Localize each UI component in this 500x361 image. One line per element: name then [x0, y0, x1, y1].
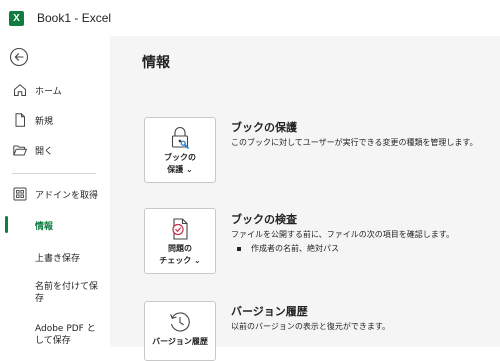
- sidebar-item-label: 情報: [35, 222, 54, 232]
- sidebar-item-label: 新規: [35, 116, 54, 127]
- sidebar-item-label: 上書き保存: [35, 254, 81, 264]
- button-line-1: 問題の: [168, 244, 192, 253]
- section-bullet: 作成者の名前、絶対パス: [237, 243, 339, 254]
- bullet-text: 作成者の名前、絶対パス: [251, 244, 339, 253]
- home-icon: [14, 84, 26, 96]
- info-pane: 情報 ブックの 保護 ⌄ ブックの保護 このブックに対してユーザーが実行できる変…: [110, 36, 500, 361]
- section-title: ブックの検査: [231, 213, 297, 226]
- folder-open-icon: [13, 145, 27, 156]
- section-title: バージョン履歴: [231, 305, 308, 318]
- button-line-1: バージョン履歴: [152, 337, 208, 346]
- excel-logo-icon: X: [9, 11, 24, 26]
- sidebar-item-get-add-ins[interactable]: アドインを取得: [0, 186, 110, 202]
- bullet-marker: [237, 246, 241, 251]
- section-title: ブックの保護: [231, 121, 297, 134]
- backstage-sidebar: ホーム 新規 開く アドインを取得 情報 上書き保存 名前を付けて保存 Adob…: [0, 36, 110, 347]
- sidebar-item-label: 名前を付けて保存: [35, 282, 99, 304]
- button-line-1: ブックの: [164, 153, 196, 162]
- sidebar-item-new[interactable]: 新規: [0, 112, 110, 128]
- sidebar-divider: [12, 173, 96, 174]
- check-for-issues-button[interactable]: 問題の チェック ⌄: [144, 208, 216, 274]
- lock-key-icon: [171, 127, 190, 150]
- sidebar-item-label: 開く: [35, 146, 54, 157]
- history-clock-icon: [170, 312, 190, 332]
- sidebar-item-info[interactable]: 情報: [0, 216, 110, 233]
- sidebar-item-label: アドインを取得: [35, 190, 99, 201]
- window-title: Book1 - Excel: [37, 11, 112, 25]
- section-description: ファイルを公開する前に、ファイルの次の項目を確認します。: [231, 230, 454, 239]
- section-description: 以前のバージョンの表示と復元ができます。: [231, 322, 391, 331]
- version-history-button[interactable]: バージョン履歴: [144, 301, 216, 361]
- section-description: このブックに対してユーザーが実行できる変更の種類を管理します。: [231, 138, 478, 147]
- title-bar: X Book1 - Excel: [0, 0, 500, 36]
- sidebar-item-save-as-adobe-pdf[interactable]: Adobe PDF として保存: [0, 322, 110, 348]
- protect-workbook-button[interactable]: ブックの 保護 ⌄: [144, 117, 216, 183]
- add-ins-icon: [13, 187, 27, 201]
- page-title: 情報: [142, 55, 170, 71]
- sidebar-item-save-as[interactable]: 名前を付けて保存: [0, 280, 110, 306]
- protect-workbook-label: ブックの 保護 ⌄: [145, 152, 215, 176]
- sidebar-item-save[interactable]: 上書き保存: [0, 248, 110, 264]
- new-file-icon: [15, 113, 25, 127]
- sidebar-item-label: Adobe PDF として保存: [35, 324, 96, 346]
- check-for-issues-label: 問題の チェック ⌄: [145, 243, 215, 267]
- sidebar-item-home[interactable]: ホーム: [0, 82, 110, 98]
- document-check-icon: [172, 218, 188, 240]
- button-line-2: 保護 ⌄: [167, 165, 193, 174]
- sidebar-item-label: ホーム: [35, 86, 62, 97]
- version-history-label: バージョン履歴: [145, 336, 215, 348]
- back-arrow-icon[interactable]: [9, 47, 29, 67]
- button-line-2: チェック ⌄: [159, 256, 201, 265]
- sidebar-item-open[interactable]: 開く: [0, 142, 110, 158]
